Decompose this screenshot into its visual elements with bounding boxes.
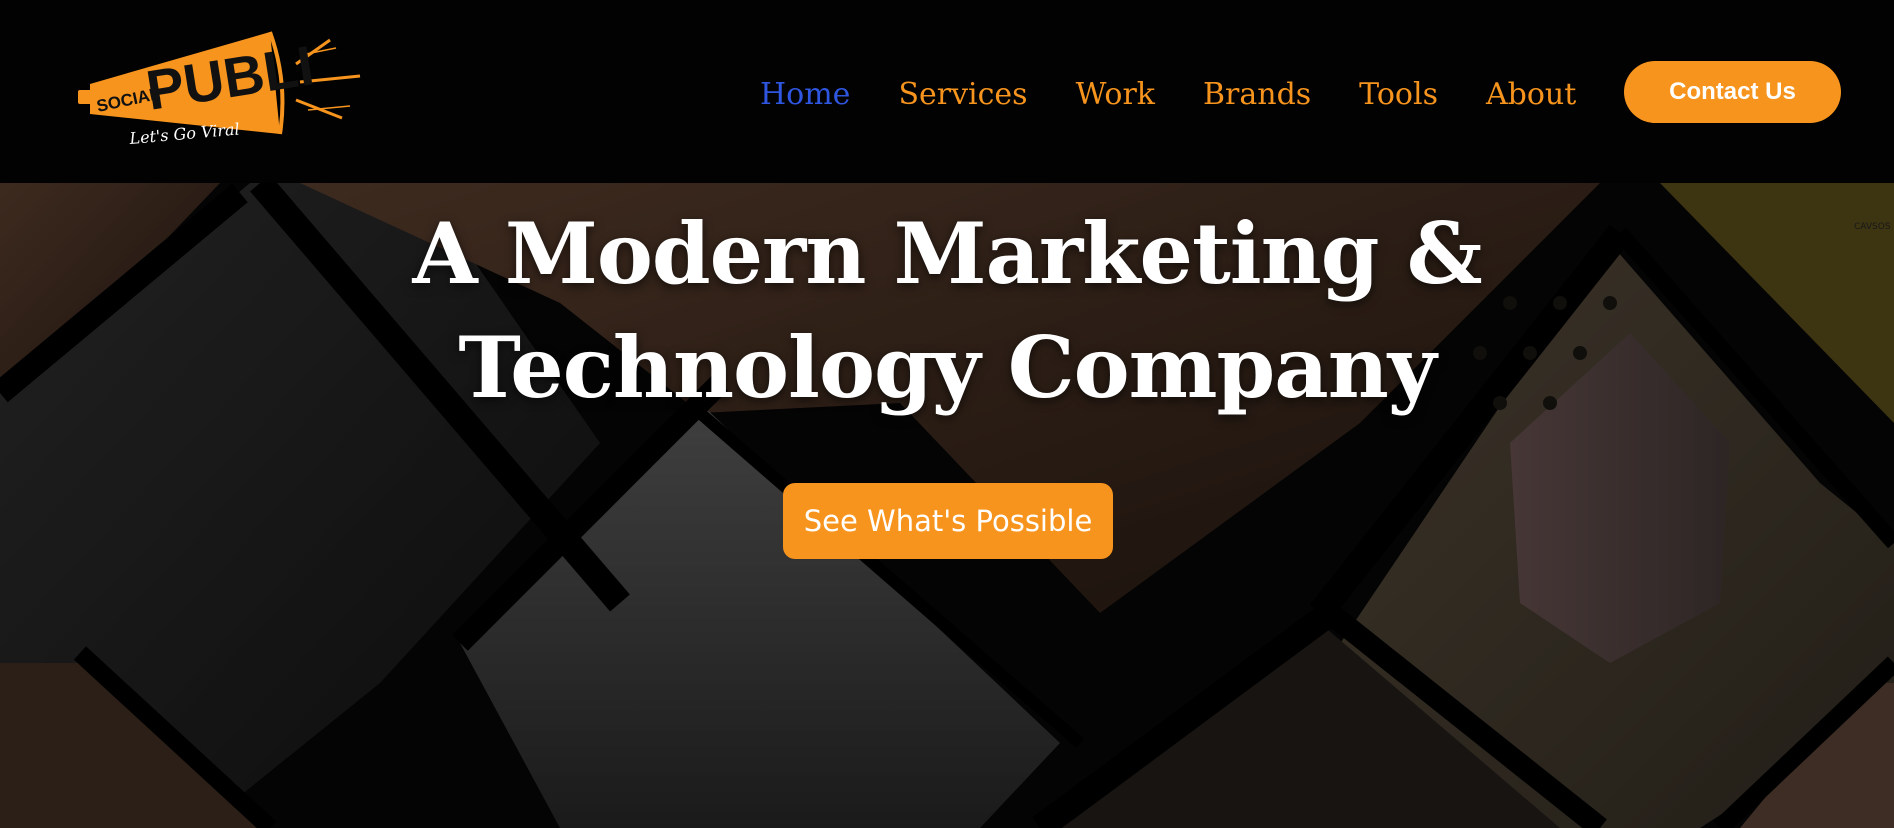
hero-title: A Modern Marketing & Technology Company [347, 197, 1547, 425]
nav-services[interactable]: Services [898, 77, 1027, 112]
nav-work[interactable]: Work [1076, 77, 1155, 112]
hero-title-line-1: A Modern Marketing & [412, 204, 1482, 303]
nav-about[interactable]: About [1486, 77, 1576, 112]
site-header: SOCIAL PUBLI Let's Go Viral Home Service… [0, 0, 1894, 183]
logo-word-publi: PUBLI [142, 33, 318, 122]
contact-us-button[interactable]: Contact Us [1624, 61, 1841, 123]
socialpubli-logo[interactable]: SOCIAL PUBLI Let's Go Viral [74, 26, 364, 156]
hero-title-line-2: Technology Company [458, 318, 1436, 417]
main-nav: Home Services Work Brands Tools About [760, 69, 1624, 119]
see-whats-possible-button[interactable]: See What's Possible [783, 483, 1113, 559]
logo-tagline: Let's Go Viral [128, 119, 241, 148]
nav-brands[interactable]: Brands [1203, 77, 1311, 112]
hero-section: CAVSOS A Modern Marketing & Technology C… [0, 183, 1894, 828]
nav-home[interactable]: Home [760, 77, 850, 112]
nav-tools[interactable]: Tools [1359, 77, 1438, 112]
